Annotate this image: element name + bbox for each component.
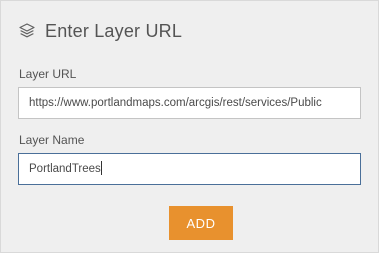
layer-name-value: PortlandTrees — [29, 163, 101, 175]
add-button[interactable]: ADD — [169, 206, 233, 240]
text-caret — [100, 161, 102, 175]
layer-url-label: Layer URL — [19, 67, 77, 81]
add-layer-panel: Enter Layer URL Layer URL https://www.po… — [0, 0, 379, 253]
layer-name-input[interactable]: PortlandTrees — [18, 153, 361, 185]
panel-header: Enter Layer URL — [18, 18, 182, 44]
layers-icon — [18, 22, 36, 40]
layer-url-value: https://www.portlandmaps.com/arcgis/rest… — [29, 97, 322, 109]
layer-name-label: Layer Name — [19, 133, 85, 147]
panel-title: Enter Layer URL — [45, 20, 183, 41]
layer-url-input[interactable]: https://www.portlandmaps.com/arcgis/rest… — [18, 87, 361, 119]
